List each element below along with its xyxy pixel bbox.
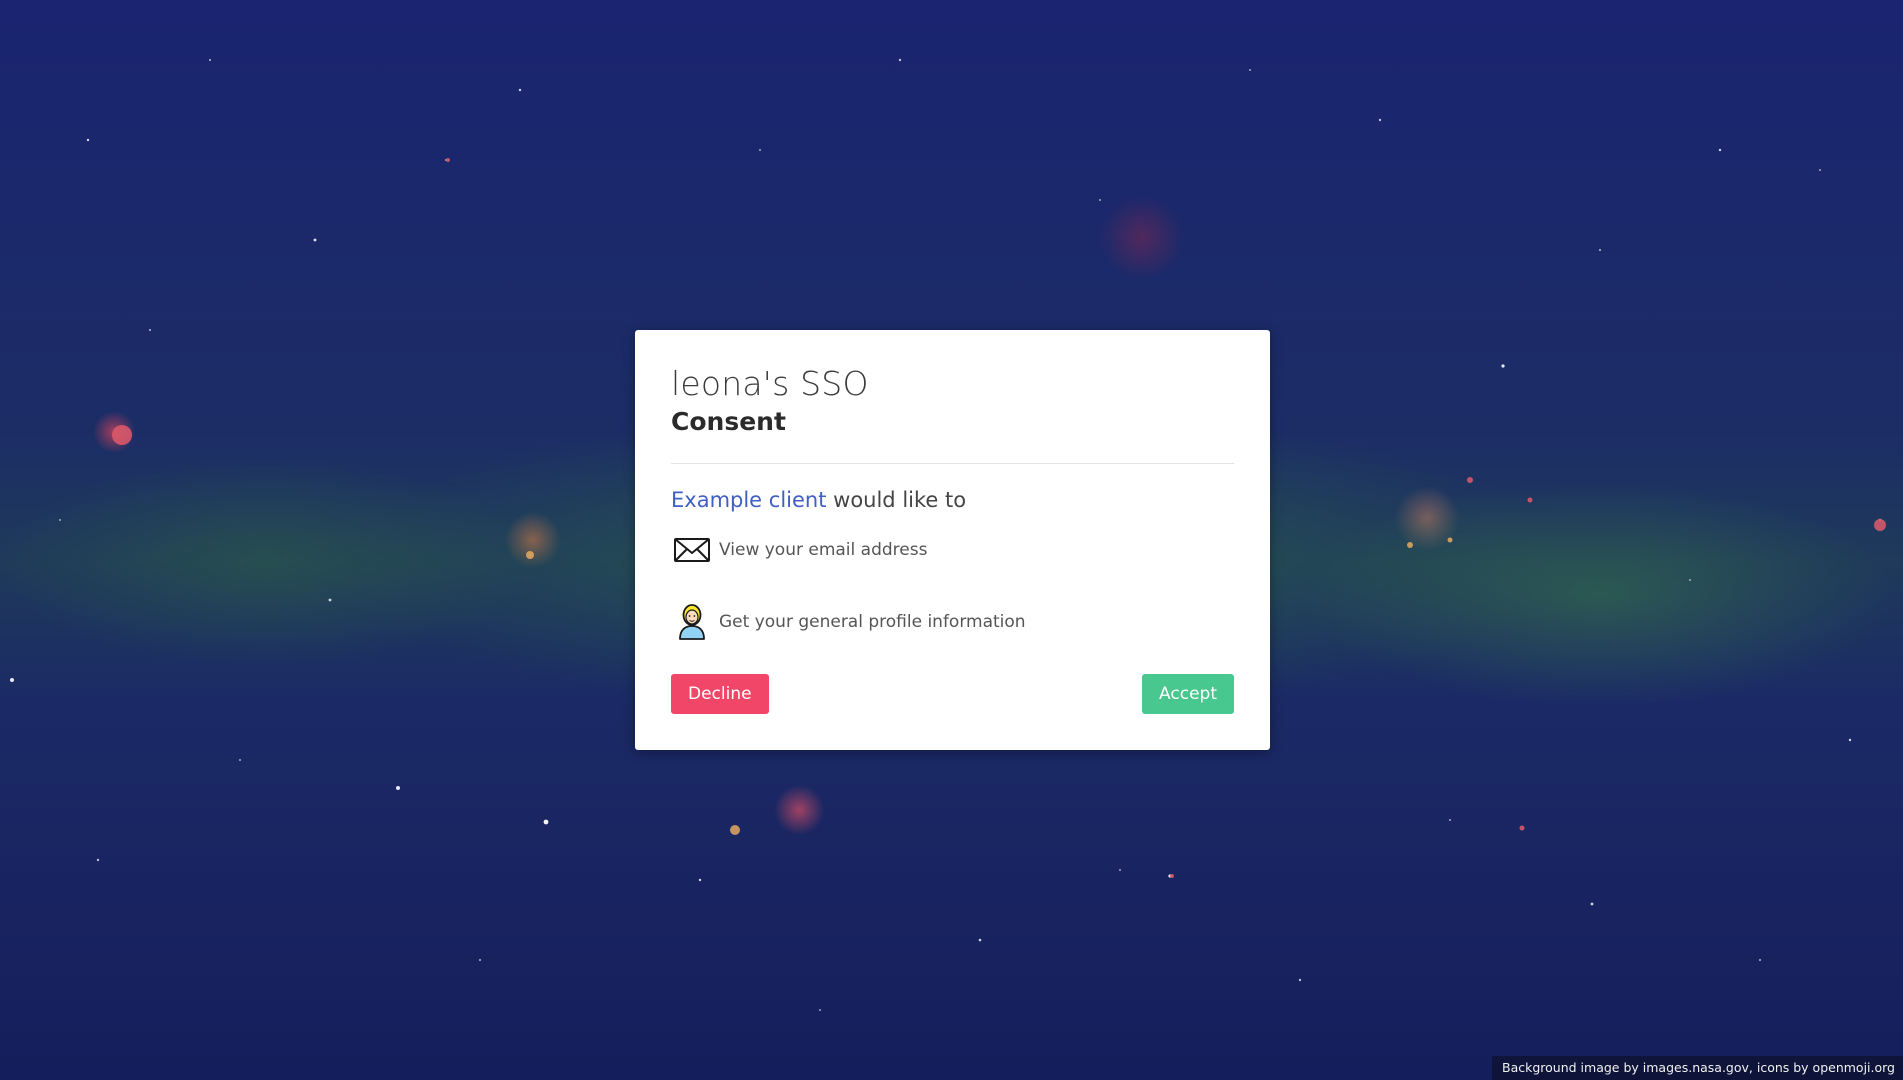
client-name: Example client xyxy=(671,488,827,512)
scope-label: Get your general profile information xyxy=(719,612,1026,632)
envelope-icon xyxy=(671,530,713,570)
consent-card: leona's SSO Consent Example client would… xyxy=(635,330,1270,750)
accept-button[interactable]: Accept xyxy=(1142,674,1234,714)
scope-profile: Get your general profile information xyxy=(671,602,1234,642)
consent-actions: Decline Accept xyxy=(671,674,1234,714)
request-suffix: would like to xyxy=(826,488,967,512)
scope-email: View your email address xyxy=(671,530,1234,570)
scope-label: View your email address xyxy=(719,540,928,560)
attribution-footer: Background image by images.nasa.gov, ico… xyxy=(1492,1056,1903,1080)
page-subtitle: Consent xyxy=(671,407,786,436)
decline-button[interactable]: Decline xyxy=(671,674,769,714)
consent-request: Example client would like to xyxy=(671,486,1234,514)
person-icon xyxy=(671,602,713,642)
page-title: leona's SSO xyxy=(671,364,869,403)
divider xyxy=(671,463,1234,464)
